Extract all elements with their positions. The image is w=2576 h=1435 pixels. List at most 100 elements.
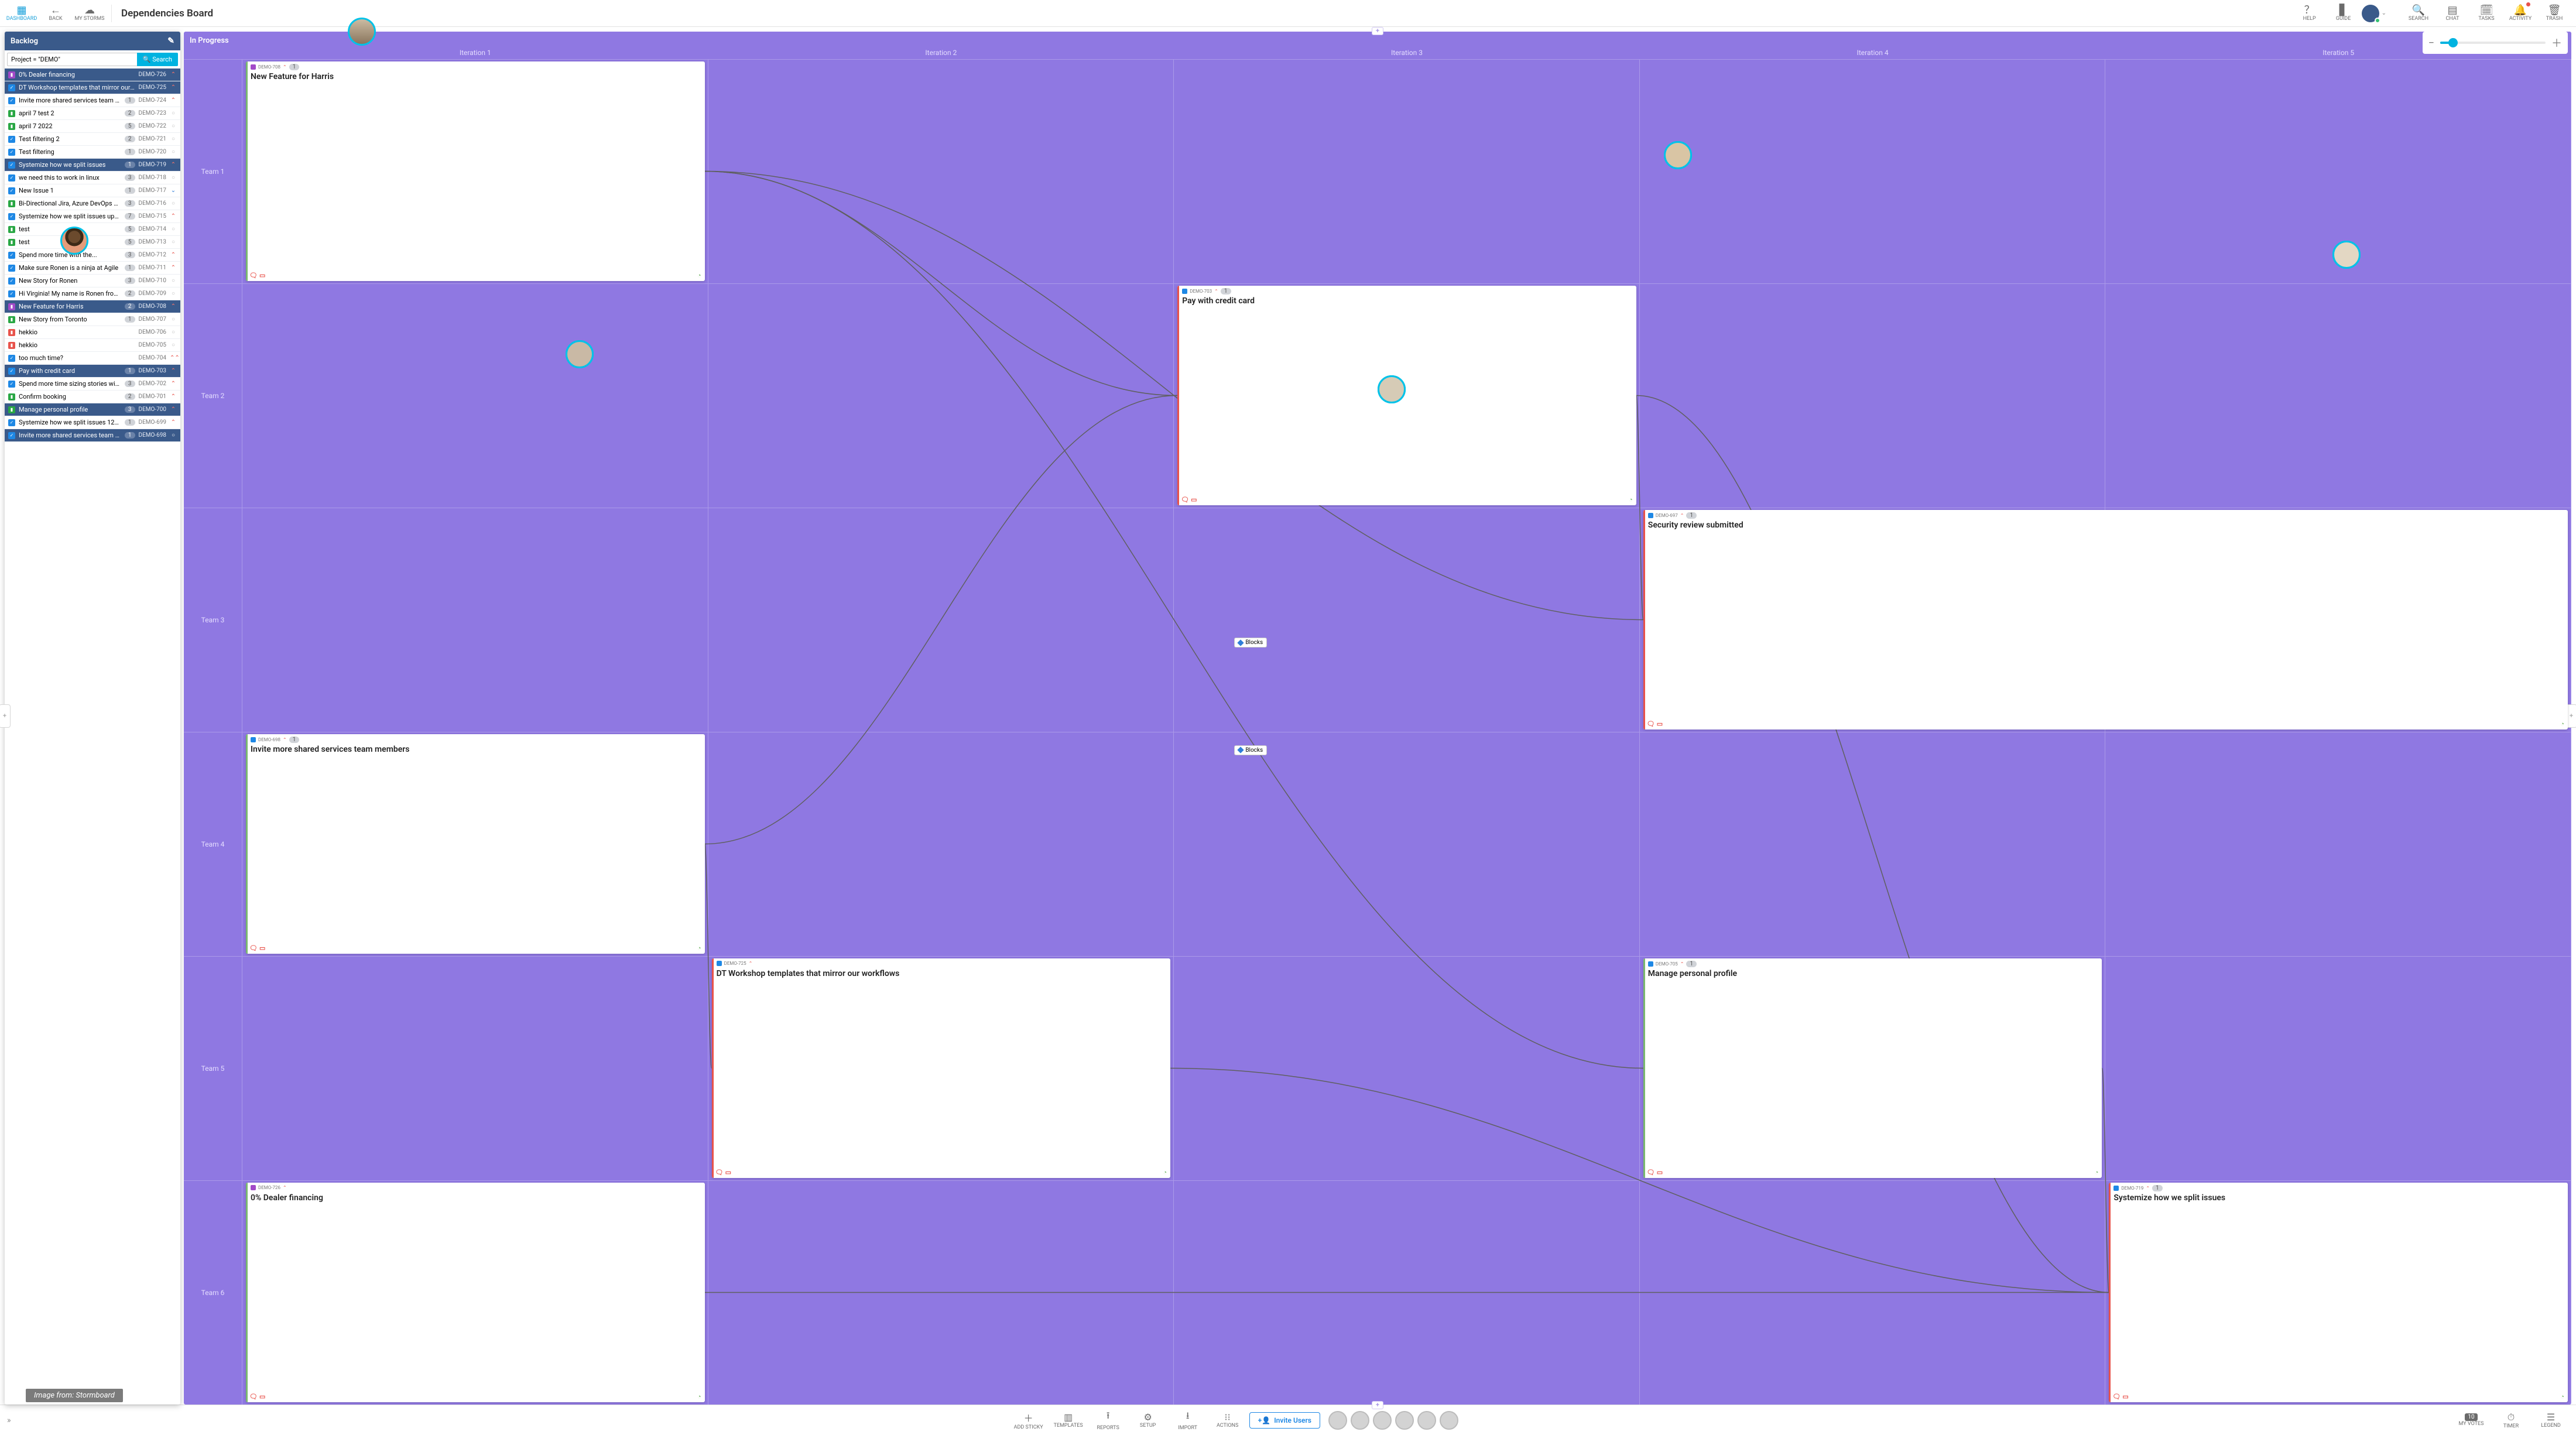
search-button[interactable]: 🔍SEARCH [2403,0,2434,27]
actions-button[interactable]: ⁝⁝ACTIONS [1210,1407,1246,1434]
board-card[interactable]: DEMO-703⌃1Pay with credit card🗨▭◔ [1177,286,1636,505]
board-cell[interactable] [2105,732,2571,956]
setup-button[interactable]: ⚙SETUP [1130,1407,1166,1434]
board-cell[interactable] [1174,1180,1640,1405]
backlog-item[interactable]: ✓Systemize how we split issues update 17… [5,210,180,223]
board-cell[interactable] [708,59,1174,283]
presence-avatar[interactable] [1351,1411,1369,1430]
chat-button[interactable]: ▤CHAT [2437,0,2468,27]
zoom-control[interactable]: − ＋ [2423,32,2568,54]
backlog-item[interactable]: ▮Manage personal profile3DEMO-700⌃ [5,403,180,416]
add-bottom-button[interactable]: + [1372,1401,1383,1409]
backlog-item[interactable]: ✓Hi Virginia! My name is Ronen from...2D… [5,287,180,300]
backlog-item[interactable]: ✓we need this to work in linux3DEMO-718○ [5,172,180,184]
board-cell[interactable] [1640,732,2106,956]
board-cell[interactable] [1640,283,2106,508]
dependency-label[interactable]: Blocks [1234,638,1267,648]
timer-button[interactable]: ⏱TIMER [2493,1407,2529,1434]
backlog-filter-input[interactable] [7,53,137,66]
backlog-item[interactable]: ✓Make sure Ronen is a ninja at Agile1DEM… [5,262,180,275]
add-top-button[interactable]: + [1372,27,1383,35]
profile-menu[interactable]: ⌄ [2362,5,2386,22]
presence-avatar[interactable] [1440,1411,1458,1430]
backlog-item[interactable]: ✓Systemize how we split issues 123451DEM… [5,416,180,429]
backlog-item[interactable]: ✓Systemize how we split issues1DEMO-719⌃ [5,159,180,172]
board-card[interactable]: DEMO-697⌃1Security review submitted🗨▭◔ [1643,510,2568,730]
dependency-label[interactable]: Blocks [1234,745,1267,755]
backlog-list[interactable]: ▮0% Dealer financingDEMO-726⌃✓DT Worksho… [5,69,180,1405]
board-cell[interactable] [242,283,708,508]
backlog-search-button[interactable]: 🔍Search [137,53,179,66]
board-cell[interactable] [1174,59,1640,283]
dashboard-button[interactable]: ▦DASHBOARD [6,0,37,27]
backlog-item[interactable]: ✓Test filtering 22DEMO-721○ [5,133,180,146]
activity-button[interactable]: 🔔ACTIVITY [2505,0,2536,27]
tasks-button[interactable]: 🗓TASKS [2471,0,2502,27]
expand-bottom-button[interactable]: » [7,1416,11,1425]
presence-avatar[interactable] [1395,1411,1414,1430]
board-cell[interactable] [708,1180,1174,1405]
zoom-knob[interactable] [2448,38,2458,47]
guide-button[interactable]: ▋GUIDE [2328,0,2359,27]
backlog-item[interactable]: ▮test5DEMO-713○ [5,236,180,249]
backlog-item[interactable]: ▮New Story from Toronto1DEMO-707○ [5,313,180,326]
presence-avatar[interactable] [1373,1411,1392,1430]
backlog-item[interactable]: ▮Confirm booking2DEMO-701⌃ [5,391,180,403]
backlog-item[interactable]: ✓Invite more shared services team member… [5,429,180,442]
presence-list[interactable] [1328,1411,1458,1430]
board-cell[interactable] [708,732,1174,956]
zoom-in-button[interactable]: ＋ [2551,35,2562,50]
reports-button[interactable]: ⭱REPORTS [1090,1407,1126,1434]
backlog-item[interactable]: ✓Pay with credit card1DEMO-703⌃ [5,365,180,378]
board-cell[interactable] [1640,59,2106,283]
board-cell[interactable] [708,283,1174,508]
board-cell[interactable] [1174,508,1640,732]
presence-avatar[interactable] [1328,1411,1347,1430]
import-button[interactable]: ⭳IMPORT [1170,1407,1206,1434]
backlog-item[interactable]: ✓Spend more time with the...3DEMO-712⌃ [5,249,180,262]
backlog-item[interactable]: ✓DT Workshop templates that mirror our w… [5,81,180,94]
add-sticky-button[interactable]: ＋ADD STICKY [1010,1407,1047,1434]
board-cell[interactable] [708,508,1174,732]
backlog-item[interactable]: ✓too much time?DEMO-704⌃⌃ [5,352,180,365]
backlog-item[interactable]: ✓Test filtering1DEMO-720○ [5,146,180,159]
board-cell[interactable] [1174,956,1640,1180]
board-grid[interactable]: Team 1Team 2Team 3Team 4Team 5Team 6DEMO… [184,59,2571,1405]
board-cell[interactable] [242,956,708,1180]
backlog-item[interactable]: ✓New Story for Ronen3DEMO-710○ [5,275,180,287]
board-card[interactable]: DEMO-708⌃1New Feature for Harris🗨▭◔ [246,61,705,281]
board-cell[interactable] [242,508,708,732]
legend-button[interactable]: ☰LEGEND [2533,1407,2569,1434]
help-button[interactable]: ？HELP [2294,0,2325,27]
edit-icon[interactable]: ✎ [167,36,174,46]
board-card[interactable]: DEMO-705⌃1Manage personal profile🗨▭◔ [1643,958,2102,1178]
board-cell[interactable] [2105,956,2571,1180]
board-cell[interactable] [1174,732,1640,956]
backlog-item[interactable]: ▮New Feature for Harris2DEMO-708⌃ [5,300,180,313]
backlog-item[interactable]: ▮april 7 20225DEMO-722○ [5,120,180,133]
backlog-item[interactable]: ▮hekkioDEMO-706○ [5,326,180,339]
back-button[interactable]: ←BACK [40,0,71,27]
presence-avatar[interactable] [1417,1411,1436,1430]
board-card[interactable]: DEMO-726⌃0% Dealer financing🗨▭◔ [246,1183,705,1402]
board-cell[interactable] [1640,1180,2106,1405]
expand-left-handle[interactable]: + [0,704,11,728]
zoom-slider[interactable] [2440,42,2546,44]
backlog-item[interactable]: ▮Bi-Directional Jira, Azure DevOps & Ral… [5,197,180,210]
my-votes-button[interactable]: 10MY VOTES [2453,1407,2489,1434]
trash-button[interactable]: 🗑TRASH [2539,0,2570,27]
board-card[interactable]: DEMO-725⌃DT Workshop templates that mirr… [712,958,1171,1178]
invite-users-button[interactable]: +👤Invite Users [1249,1412,1320,1429]
backlog-item[interactable]: ✓Invite more shared services team member… [5,94,180,107]
backlog-item[interactable]: ▮hekkioDEMO-705○ [5,339,180,352]
templates-button[interactable]: ▥TEMPLATES [1050,1407,1087,1434]
backlog-item[interactable]: ▮0% Dealer financingDEMO-726⌃ [5,69,180,81]
board-card[interactable]: DEMO-719⌃1Systemize how we split issues🗨… [2109,1183,2568,1402]
board-card[interactable]: DEMO-698⌃1Invite more shared services te… [246,734,705,954]
backlog-item[interactable]: ✓Spend more time sizing stories with the… [5,378,180,391]
backlog-item[interactable]: ▮test5DEMO-714○ [5,223,180,236]
board-cell[interactable] [2105,283,2571,508]
backlog-item[interactable]: ✓New Issue 11DEMO-717⌄ [5,184,180,197]
zoom-out-button[interactable]: − [2428,37,2434,49]
my-storms-button[interactable]: ☁MY STORMS [74,0,105,27]
